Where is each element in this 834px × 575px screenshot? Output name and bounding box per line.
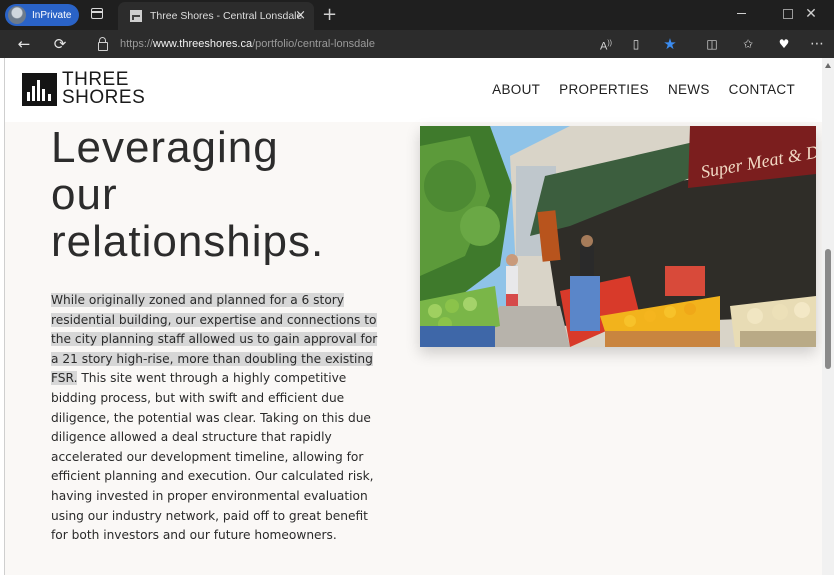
url-host: www.threeshores.ca — [153, 38, 253, 50]
site-logo-text[interactable]: THREE SHORES — [62, 70, 146, 108]
more-icon[interactable]: ⋯ — [806, 34, 828, 54]
logo-building-icon[interactable] — [22, 73, 57, 106]
tab-close-button[interactable]: × — [295, 8, 306, 24]
immersive-reader-icon[interactable]: ▯ — [625, 34, 647, 54]
favorite-star-icon[interactable]: ★ — [659, 34, 681, 54]
url-scheme: https:// — [120, 38, 154, 50]
browser-tab[interactable]: Three Shores - Central Lonsdale × — [118, 2, 314, 30]
hero-title: Leveraging our relationships. — [51, 124, 391, 265]
main-nav: ABOUT PROPERTIES NEWS CONTACT — [473, 82, 795, 97]
tab-title: Three Shores - Central Lonsdale — [150, 10, 303, 22]
project-description: While originally zoned and planned for a… — [51, 291, 385, 546]
site-header: THREE SHORES ABOUT PROPERTIES NEWS CONTA… — [5, 58, 823, 122]
description-rest: This site went through a highly competit… — [51, 371, 374, 543]
scrollbar-thumb[interactable] — [825, 249, 831, 369]
address-bar[interactable]: https://www.threeshores.ca/portfolio/cen… — [84, 33, 584, 55]
page-scrollbar[interactable] — [822, 58, 834, 575]
url-text: https://www.threeshores.ca/portfolio/cen… — [120, 38, 375, 50]
nav-contact[interactable]: CONTACT — [729, 82, 795, 97]
logo-line-2: SHORES — [62, 87, 146, 108]
favorites-icon[interactable]: ✩ — [737, 34, 759, 54]
back-button[interactable]: ← — [12, 34, 36, 54]
hero-title-line-3: relationships. — [51, 217, 325, 266]
inprivate-label: InPrivate — [32, 9, 72, 21]
url-path: /portfolio/central-lonsdale — [252, 38, 375, 50]
read-aloud-icon[interactable]: A)) — [595, 34, 617, 54]
hero-title-line-1: Leveraging — [51, 123, 279, 172]
new-tab-button[interactable]: + — [322, 5, 337, 25]
window-close-button[interactable]: ✕ — [788, 0, 834, 28]
browser-essentials-icon[interactable]: ♥ — [773, 34, 795, 54]
inprivate-profile-button[interactable]: InPrivate — [5, 4, 79, 26]
site-favicon-icon — [130, 10, 142, 22]
browser-toolbar: ← ⟳ https://www.threeshores.ca/portfolio… — [0, 30, 834, 58]
market-photo: Super Meat & Deli — [420, 126, 816, 347]
scroll-up-arrow-icon[interactable] — [825, 63, 831, 68]
refresh-button[interactable]: ⟳ — [48, 34, 72, 54]
profile-avatar-icon — [8, 6, 26, 24]
lock-icon[interactable] — [98, 36, 108, 51]
hero-title-line-2: our — [51, 170, 118, 219]
web-page: THREE SHORES ABOUT PROPERTIES NEWS CONTA… — [4, 58, 823, 575]
nav-about[interactable]: ABOUT — [492, 82, 540, 97]
minimize-button[interactable] — [718, 0, 764, 28]
tab-actions-icon[interactable] — [91, 8, 103, 19]
nav-properties[interactable]: PROPERTIES — [559, 82, 649, 97]
split-screen-icon[interactable]: ◫ — [701, 34, 723, 54]
browser-title-bar: InPrivate Three Shores - Central Lonsdal… — [0, 0, 834, 30]
nav-news[interactable]: NEWS — [668, 82, 710, 97]
